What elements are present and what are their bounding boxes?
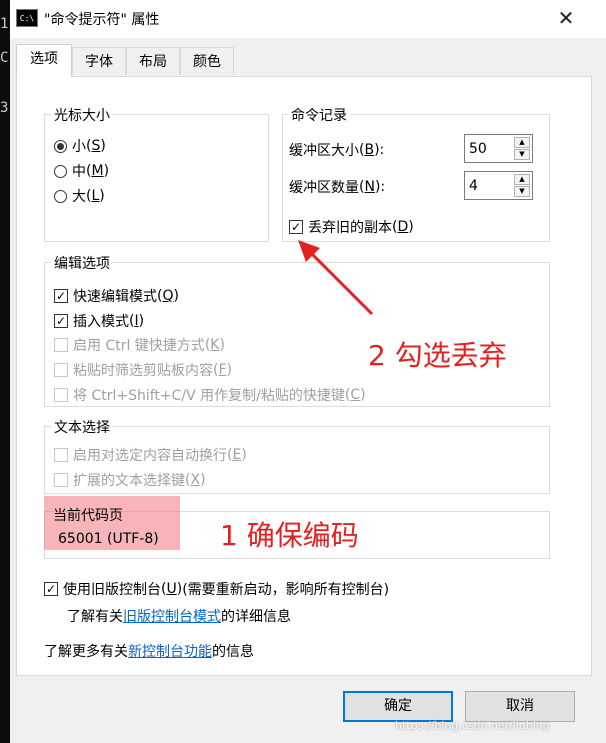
console-app-icon: C:\	[16, 9, 38, 27]
radio-unselected-icon	[54, 189, 67, 203]
cursor-size-legend: 光标大小	[51, 105, 113, 125]
radio-cursor-medium[interactable]: 中(M)	[54, 161, 109, 181]
radio-cursor-small[interactable]: 小(S)	[54, 136, 106, 156]
command-history-legend: 命令记录	[288, 105, 350, 125]
checkmark-icon: ✓	[44, 582, 58, 596]
more-info-text: 了解更多有关新控制台功能的信息	[44, 644, 254, 660]
annotation-arrow	[298, 240, 374, 316]
legacy-mode-link[interactable]: 旧版控制台模式	[123, 609, 221, 625]
codepage-value: 65001 (UTF-8)	[58, 531, 159, 547]
buffer-count-value: 4	[469, 178, 478, 194]
buffer-size-spinner[interactable]: 50 ▲ ▼	[464, 134, 533, 163]
ok-button[interactable]: 确定	[343, 691, 453, 722]
legacy-console-checkbox[interactable]: ✓ 使用旧版控制台(U) (需要重新启动，影响所有控制台)	[44, 579, 389, 599]
watermark: https://blog.csdn.net/liubing	[395, 719, 550, 732]
checkbox-icon	[54, 363, 68, 377]
auto-wrap-checkbox[interactable]: 启用对选定内容自动换行(E)	[54, 445, 247, 465]
spin-up-icon[interactable]: ▲	[514, 174, 530, 185]
buffer-size-label: 缓冲区大小(B):	[289, 142, 385, 159]
checkbox-icon	[54, 338, 68, 352]
text-selection-legend: 文本选择	[51, 417, 113, 437]
annotation-step2: 2 勾选丢弃	[368, 339, 507, 372]
spin-up-icon[interactable]: ▲	[514, 137, 530, 148]
buffer-count-label: 缓冲区数量(N):	[289, 179, 386, 196]
tab-colors[interactable]: 颜色	[180, 47, 234, 75]
buffer-size-value: 50	[469, 141, 487, 157]
annotation-step1: 1 确保编码	[220, 519, 359, 552]
extended-selection-keys-checkbox[interactable]: 扩展的文本选择键(X)	[54, 470, 206, 490]
arrow-shaft	[302, 244, 374, 316]
buffer-count-spinner[interactable]: 4 ▲ ▼	[464, 171, 533, 200]
checkbox-icon	[54, 473, 68, 487]
edit-options-legend: 编辑选项	[51, 253, 113, 273]
close-icon[interactable]: ✕	[552, 4, 580, 32]
discard-old-duplicates-checkbox[interactable]: ✓ 丢弃旧的副本(D)	[289, 217, 414, 237]
radio-unselected-icon	[54, 164, 67, 178]
radio-cursor-large[interactable]: 大(L)	[54, 186, 105, 206]
new-features-link[interactable]: 新控制台功能	[128, 644, 212, 660]
ctrl-shortcuts-checkbox[interactable]: 启用 Ctrl 键快捷方式(K)	[54, 335, 225, 355]
tab-font[interactable]: 字体	[72, 47, 126, 75]
window-title: "命令提示符" 属性	[44, 12, 160, 28]
checkbox-icon	[54, 388, 68, 402]
cancel-button[interactable]: 取消	[465, 691, 575, 722]
insert-mode-checkbox[interactable]: ✓ 插入模式(I)	[54, 311, 144, 331]
checkbox-icon	[54, 448, 68, 462]
spin-down-icon[interactable]: ▼	[514, 149, 530, 160]
tab-layout[interactable]: 布局	[126, 47, 180, 75]
quick-edit-checkbox[interactable]: ✓ 快速编辑模式(Q)	[54, 286, 179, 306]
checkmark-icon: ✓	[54, 314, 68, 328]
tab-options[interactable]: 选项	[16, 44, 72, 77]
radio-selected-icon	[54, 139, 67, 153]
copy-paste-shortcut-checkbox[interactable]: 将 Ctrl+Shift+C/V 用作复制/粘贴的快捷键(C)	[54, 385, 366, 405]
spin-down-icon[interactable]: ▼	[514, 186, 530, 197]
checkmark-icon: ✓	[54, 289, 68, 303]
filter-clipboard-checkbox[interactable]: 粘贴时筛选剪贴板内容(F)	[54, 360, 232, 380]
background-terminal: 1 C 3	[0, 0, 10, 743]
checkmark-icon: ✓	[289, 220, 303, 234]
legacy-info-text: 了解有关旧版控制台模式的详细信息	[67, 609, 291, 625]
codepage-legend: 当前代码页	[53, 508, 123, 524]
